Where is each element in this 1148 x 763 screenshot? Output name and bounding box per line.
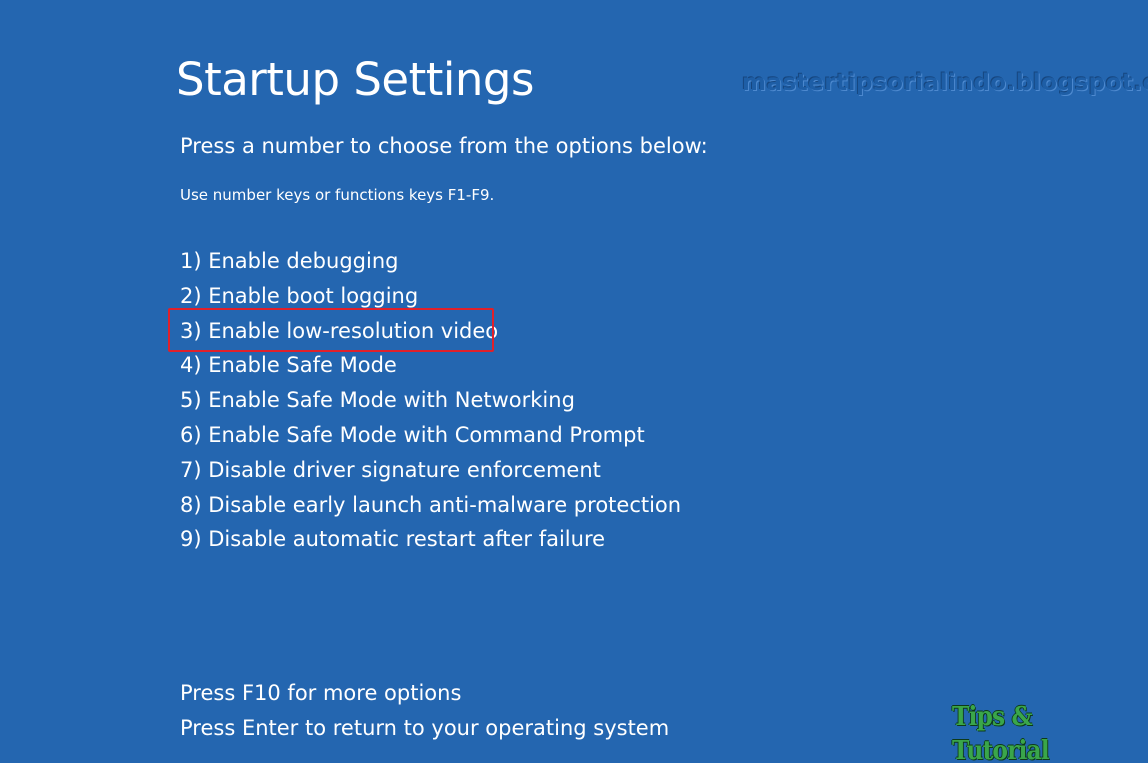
option-disable-driver-signature[interactable]: 7) Disable driver signature enforcement [180,455,681,490]
startup-options-list: 1) Enable debugging 2) Enable boot loggi… [180,246,681,559]
return-to-os-text[interactable]: Press Enter to return to your operating … [180,711,669,746]
option-enable-safe-mode[interactable]: 4) Enable Safe Mode [180,350,681,385]
option-enable-debugging[interactable]: 1) Enable debugging [180,246,681,281]
key-hint-text: Use number keys or functions keys F1-F9. [180,186,495,204]
tips-tutorial-logo: Tips & Tutorial [952,702,1050,763]
option-disable-auto-restart[interactable]: 9) Disable automatic restart after failu… [180,524,681,559]
option-safe-mode-networking[interactable]: 5) Enable Safe Mode with Networking [180,385,681,420]
more-options-text[interactable]: Press F10 for more options [180,676,669,711]
option-disable-early-launch-antimalware[interactable]: 8) Disable early launch anti-malware pro… [180,490,681,525]
option-safe-mode-command-prompt[interactable]: 6) Enable Safe Mode with Command Prompt [180,420,681,455]
watermark: mastertipsorialindo.blogspot.com [742,70,1148,96]
footer: Press F10 for more options Press Enter t… [180,676,669,746]
selection-highlight-box [168,308,494,352]
page-title: Startup Settings [176,53,534,106]
instructions-text: Press a number to choose from the option… [180,134,708,158]
